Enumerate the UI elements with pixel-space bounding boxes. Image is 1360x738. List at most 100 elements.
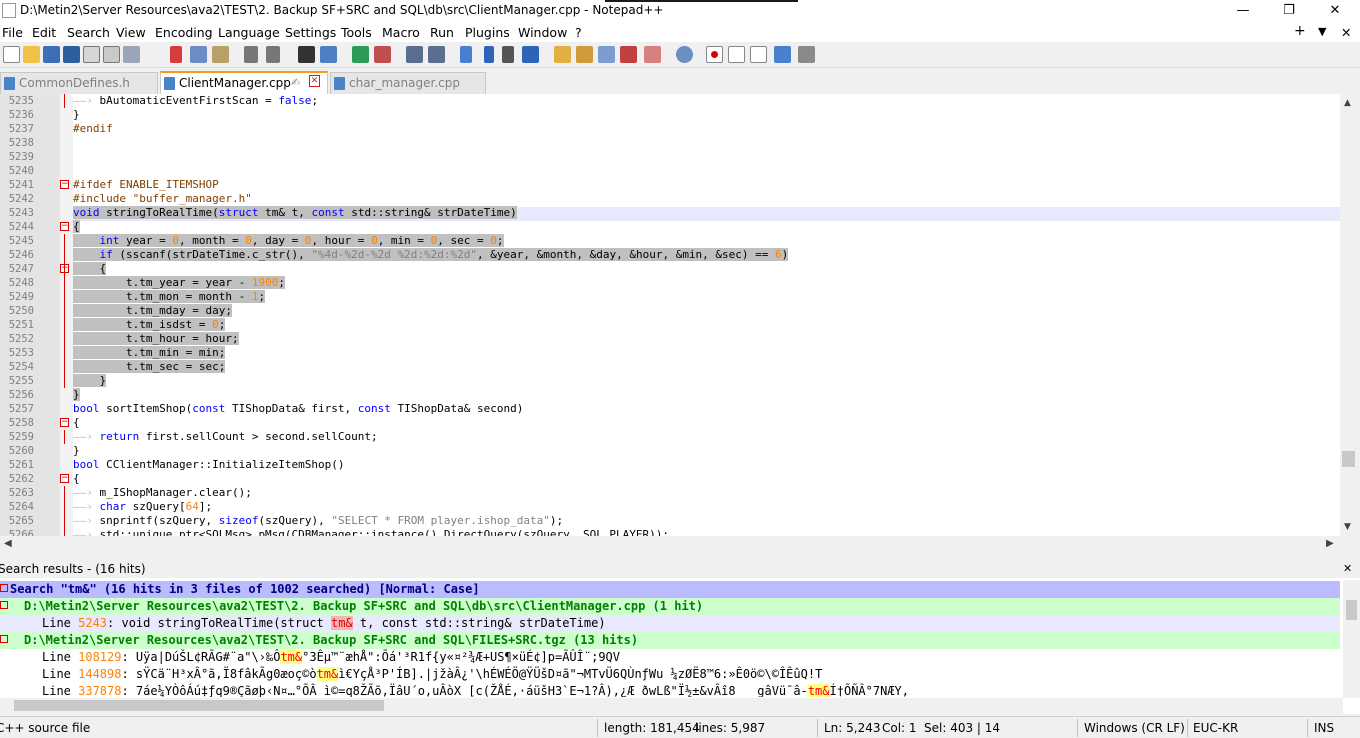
print-icon[interactable] [123,46,140,63]
scroll-right-arrow-icon[interactable]: ▶ [1326,538,1334,549]
fold-toggle-icon[interactable] [0,635,8,643]
close-document-icon[interactable]: ✕ [1341,25,1351,40]
close-icon[interactable] [83,46,100,63]
code-line[interactable]: ——› char szQuery[64]; [73,500,212,514]
tab-close-icon[interactable]: ✕ [309,75,320,87]
menu-view[interactable]: View [116,25,146,40]
code-line[interactable]: ——› { [73,262,107,276]
new-tab-plus-icon[interactable]: + [1294,23,1306,39]
code-line[interactable]: #ifdef ENABLE_ITEMSHOP [73,178,219,192]
menu-tools[interactable]: Tools [341,25,372,40]
code-line[interactable]: void stringToRealTime(struct tm& t, cons… [73,206,517,220]
replace-icon[interactable] [320,46,337,63]
undo-icon[interactable] [244,46,258,63]
search-file-row[interactable]: D:\Metin2\Server Resources\ava2\TEST\2. … [0,632,1340,649]
editor-vertical-scrollbar[interactable]: ▲ ▼ [1340,94,1357,536]
paste-icon[interactable] [212,46,229,63]
close-all-icon[interactable] [103,46,120,63]
code-line[interactable]: { [73,416,80,430]
fold-toggle-icon[interactable] [0,584,8,592]
menu-help[interactable]: ? [575,25,582,40]
save-icon[interactable] [43,46,60,63]
document-list-icon[interactable] [644,46,661,63]
search-hit-row[interactable]: Line 5243: void stringToRealTime(struct … [0,615,1340,632]
editor-horizontal-scrollbar[interactable]: ◀ ▶ [0,536,1340,553]
fold-toggle-icon[interactable]: − [60,222,69,231]
code-line[interactable]: ——› ——› t.tm_mon = month - 1; [73,290,266,304]
monitoring-eye-icon[interactable] [676,46,693,63]
scroll-left-arrow-icon[interactable]: ◀ [4,538,12,549]
minimize-button[interactable]: — [1220,0,1266,22]
close-button[interactable]: ✕ [1312,0,1358,22]
code-editor[interactable]: 5235 5236 5237 5238 5239 5240 5241 5242 5243 5244… [0,94,1340,536]
search-summary-row[interactable]: Search "tm&" (16 hits in 3 files of 1002… [0,581,1340,598]
search-hit-row[interactable]: Line 337878: 7áe¼YÒôÁú‡ƒq9®Çãøþ‹N¤…°ÕÂ ì… [0,683,1340,697]
show-all-characters-icon[interactable] [484,46,494,63]
code-line[interactable]: bool CClientManager::InitializeItemShop(… [73,458,345,472]
menu-run[interactable]: Run [430,25,454,40]
folder-as-workspace-icon[interactable] [620,46,637,63]
redo-icon[interactable] [266,46,280,63]
code-line[interactable]: ——› std::unique_ptr<SQLMsg> pMsg(CDBMana… [73,528,669,536]
zoom-out-icon[interactable] [374,46,391,63]
code-line[interactable]: } [73,444,80,458]
tab-char-manager[interactable]: char_manager.cpp [330,72,486,94]
play-macro-icon[interactable] [750,46,767,63]
code-line[interactable]: #include "buffer_manager.h" [73,192,252,206]
scroll-thumb[interactable] [1342,451,1355,467]
code-line[interactable]: ——› return first.sellCount > second.sell… [73,430,378,444]
zoom-in-icon[interactable] [352,46,369,63]
menu-macro[interactable]: Macro [382,25,420,40]
indent-guide-icon[interactable] [502,46,514,63]
scroll-thumb[interactable] [1346,600,1357,620]
menu-settings[interactable]: Settings [285,25,336,40]
status-insert-mode[interactable]: INS [1314,721,1334,735]
code-line[interactable]: ——› ——› t.tm_hour = hour; [73,332,239,346]
scroll-thumb[interactable] [14,700,384,711]
scroll-up-arrow-icon[interactable]: ▲ [1344,98,1351,108]
search-hit-row[interactable]: Line 108129: Uÿa|DúŠL¢RÃG#¨a"\›‰Ôtm&°3Êµ… [0,649,1340,666]
search-vertical-scrollbar[interactable] [1343,580,1360,698]
new-file-icon[interactable] [3,46,20,63]
save-all-icon[interactable] [63,46,80,63]
fold-toggle-icon[interactable]: − [60,180,69,189]
menu-window[interactable]: Window [518,25,567,40]
pin-icon[interactable]: ✍ [291,76,300,89]
status-eol[interactable]: Windows (CR LF) [1084,721,1185,735]
code-line[interactable]: ——› ——› t.tm_sec = sec; [73,360,226,374]
code-line[interactable]: ——› m_IShopManager.clear(); [73,486,252,500]
doc-map-icon[interactable] [576,46,593,63]
menu-encoding[interactable]: Encoding [155,25,213,40]
scroll-down-arrow-icon[interactable]: ▼ [1344,522,1351,532]
tab-list-dropdown-icon[interactable]: ▼ [1318,25,1326,38]
code-line[interactable]: #endif [73,122,113,136]
code-line[interactable]: ——› ——› t.tm_isdst = 0; [73,318,226,332]
sync-vertical-icon[interactable] [406,46,423,63]
run-macro-multiple-icon[interactable] [774,46,791,63]
code-line[interactable]: ——› snprintf(szQuery, sizeof(szQuery), "… [73,514,563,528]
tab-commondefines[interactable]: CommonDefines.h [0,72,158,94]
search-horizontal-scrollbar[interactable] [0,698,1343,714]
tab-clientmanager[interactable]: ClientManager.cpp ✍ ✕ [160,71,328,94]
user-defined-dialog-icon[interactable] [554,46,571,63]
record-macro-icon[interactable] [706,46,723,63]
menu-search[interactable]: Search [67,25,110,40]
fold-toggle-icon[interactable]: − [60,418,69,427]
menu-file[interactable]: File [2,25,23,40]
code-line[interactable]: { [73,472,80,486]
code-line[interactable]: ——› } [73,374,107,388]
save-macro-icon[interactable] [798,46,815,63]
fold-toggle-icon[interactable] [0,601,8,609]
fold-toggle-icon[interactable]: − [60,474,69,483]
code-line[interactable]: ——› int year = 0, month = 0, day = 0, ho… [73,234,504,248]
search-hit-row[interactable]: Line 144898: sŸCä¨H³xÂ°ã‚Ï8fâkÃg0æoç©òtm… [0,666,1340,683]
maximize-button[interactable]: ❐ [1266,0,1312,22]
menu-edit[interactable]: Edit [32,25,56,40]
stop-macro-icon[interactable] [728,46,745,63]
menu-plugins[interactable]: Plugins [465,25,510,40]
sync-horizontal-icon[interactable] [428,46,445,63]
code-line[interactable]: ——› ——› t.tm_min = min; [73,346,226,360]
menu-language[interactable]: Language [218,25,280,40]
search-panel-close-icon[interactable]: ✕ [1343,562,1352,575]
status-encoding[interactable]: EUC-KR [1193,721,1238,735]
